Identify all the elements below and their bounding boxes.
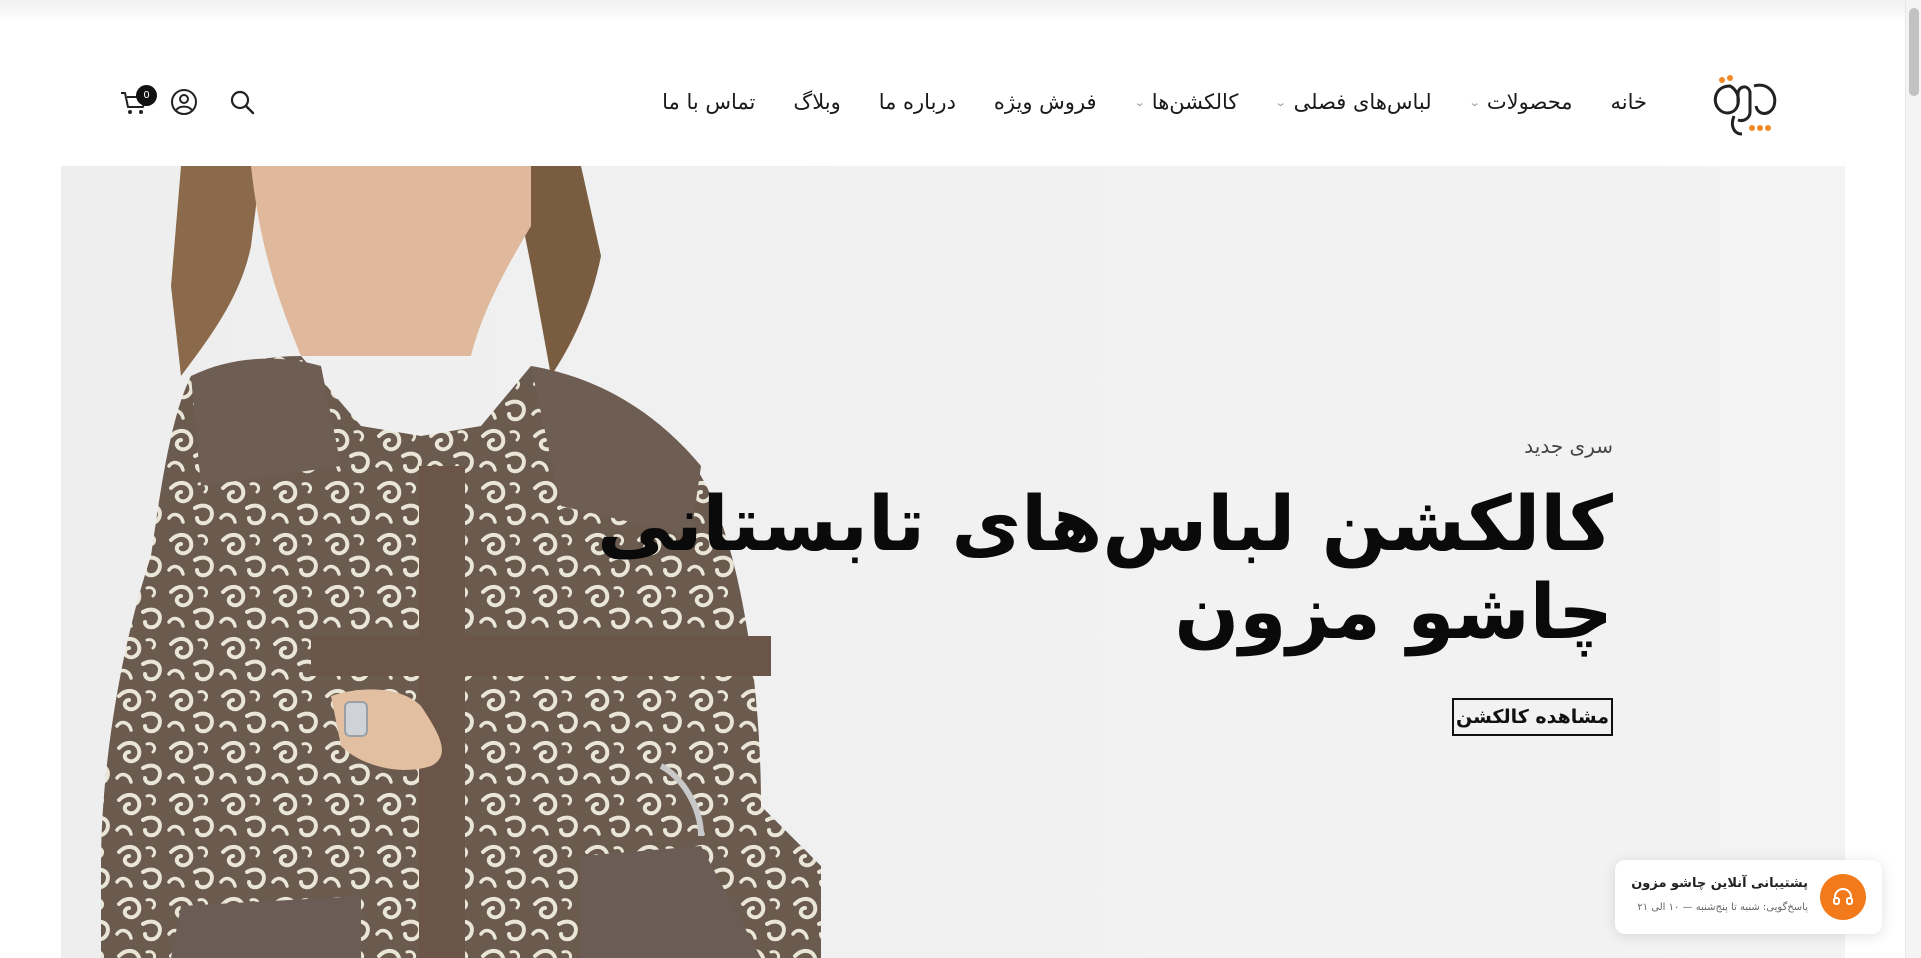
cart-count-badge: 0 <box>136 85 157 106</box>
support-title: پشتیبانی آنلاین چاشو مزون <box>1631 876 1808 891</box>
page-scrollbar[interactable] <box>1905 0 1921 958</box>
nav-sale-label: فروش ویژه <box>993 90 1097 114</box>
nav-seasonal[interactable]: لباس‌های فصلی ⌄ <box>1275 90 1432 114</box>
user-account-icon <box>171 89 197 115</box>
search-icon <box>230 90 255 115</box>
nav-sale[interactable]: فروش ویژه <box>994 90 1097 114</box>
headset-icon <box>1833 888 1853 905</box>
nav-home-label: خانه <box>1610 90 1647 114</box>
chevron-down-icon: ⌄ <box>1275 95 1287 109</box>
nav-home[interactable]: خانه <box>1611 90 1647 114</box>
brand-logo[interactable] <box>1708 72 1784 136</box>
hero-banner: سری جدید کالکشن لباس‌های تابستانی چاشو م… <box>61 166 1845 958</box>
online-support-widget[interactable]: پشتیبانی آنلاین چاشو مزون پاسخ‌گویی: شنب… <box>1615 860 1882 934</box>
nav-seasonal-label: لباس‌های فصلی <box>1293 90 1432 114</box>
support-icon-circle <box>1820 874 1866 920</box>
nav-contact-label: تماس با ما <box>662 90 756 114</box>
chevron-down-icon: ⌄ <box>1468 95 1481 109</box>
view-collection-button[interactable]: مشاهده کالکشن <box>1451 698 1613 736</box>
main-menu: خانه محصولات ⌄ لباس‌های فصلی ⌄ کالکشن‌ها… <box>662 86 1647 118</box>
nav-about-label: درباره ما <box>878 90 956 114</box>
account-button[interactable] <box>168 86 200 118</box>
chevron-down-icon: ⌄ <box>1133 95 1146 109</box>
hero-kicker: سری جدید <box>1524 434 1613 458</box>
top-shadow <box>0 0 1905 22</box>
hero-headline: کالکشن لباس‌های تابستانی چاشو مزون <box>597 479 1614 656</box>
nav-products-label: محصولات <box>1486 90 1573 114</box>
nav-blog-label: وبلاگ <box>793 90 841 114</box>
nav-about[interactable]: درباره ما <box>879 90 956 114</box>
nav-collections-label: کالکشن‌ها <box>1151 90 1239 114</box>
search-button[interactable] <box>226 86 258 118</box>
nav-blog[interactable]: وبلاگ <box>793 90 840 114</box>
hero-headline-line2: چاشو مزون <box>1174 567 1614 656</box>
hero-headline-line1: کالکشن لباس‌های تابستانی <box>597 479 1614 568</box>
nav-collections[interactable]: کالکشن‌ها ⌄ <box>1133 90 1239 114</box>
hero-text-block: سری جدید کالکشن لباس‌های تابستانی چاشو م… <box>597 434 1614 736</box>
nav-products[interactable]: محصولات ⌄ <box>1468 90 1573 114</box>
support-hours: پاسخ‌گویی: شنبه تا پنج‌شنبه — ۱۰ الی ۲۱ <box>1637 902 1808 913</box>
site-header: خانه محصولات ⌄ لباس‌های فصلی ⌄ کالکشن‌ها… <box>0 22 1905 166</box>
nav-contact[interactable]: تماس با ما <box>662 90 755 114</box>
scrollbar-thumb[interactable] <box>1909 8 1919 96</box>
